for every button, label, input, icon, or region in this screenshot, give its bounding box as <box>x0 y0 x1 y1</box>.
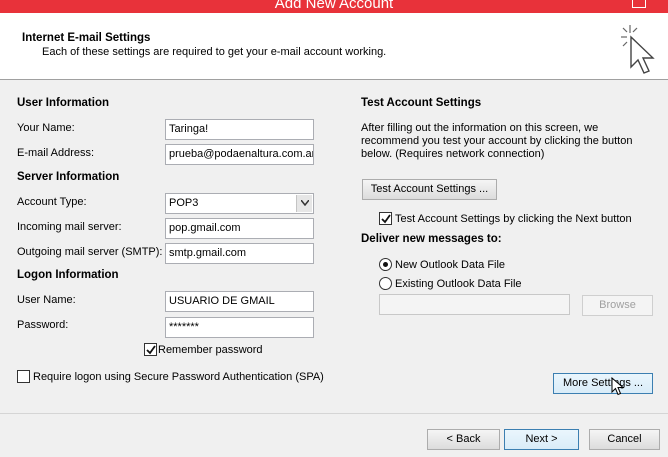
page-subtitle: Each of these settings are required to g… <box>42 46 387 58</box>
test-description-line2: recommend you test your account by click… <box>361 135 633 147</box>
auto-test-checkbox[interactable] <box>379 212 392 225</box>
wizard-header: Internet E-mail Settings Each of these s… <box>0 13 668 80</box>
account-type-label: Account Type: <box>17 196 87 208</box>
title-bar: Add New Account <box>0 0 668 13</box>
existing-data-file-path[interactable] <box>379 294 570 315</box>
incoming-server-input[interactable]: pop.gmail.com <box>165 218 314 239</box>
auto-test-label: Test Account Settings by clicking the Ne… <box>395 213 632 225</box>
test-description-line3: below. (Requires network connection) <box>361 148 545 160</box>
window-title: Add New Account <box>274 0 394 12</box>
password-label: Password: <box>17 319 69 331</box>
your-name-label: Your Name: <box>17 122 75 134</box>
dropdown-arrow[interactable] <box>296 195 312 212</box>
incoming-server-label: Incoming mail server: <box>17 221 122 233</box>
spa-checkbox[interactable] <box>17 370 30 383</box>
test-description-line1: After filling out the information on thi… <box>361 122 599 134</box>
deliver-heading: Deliver new messages to: <box>361 233 502 245</box>
password-input[interactable]: ******* <box>165 317 314 338</box>
new-data-file-radio[interactable] <box>379 258 392 271</box>
footer-divider <box>0 413 668 414</box>
remember-password-checkbox[interactable] <box>144 343 157 356</box>
server-info-heading: Server Information <box>17 171 120 183</box>
chevron-down-icon <box>301 200 309 206</box>
next-button[interactable]: Next > <box>504 429 579 450</box>
username-input[interactable]: USUARIO DE GMAIL <box>165 291 314 312</box>
username-label: User Name: <box>17 294 76 306</box>
cancel-button[interactable]: Cancel <box>589 429 660 450</box>
browse-button[interactable]: Browse <box>582 295 653 316</box>
logon-info-heading: Logon Information <box>17 269 119 281</box>
existing-data-file-radio[interactable] <box>379 277 392 290</box>
more-settings-button[interactable]: More Settings ... <box>553 373 653 394</box>
mouse-cursor-icon <box>611 377 625 396</box>
checkmark-icon <box>146 345 156 355</box>
test-account-settings-button[interactable]: Test Account Settings ... <box>362 179 497 200</box>
back-button[interactable]: < Back <box>427 429 500 450</box>
outgoing-server-input[interactable]: smtp.gmail.com <box>165 243 314 264</box>
checkmark-icon <box>381 214 391 224</box>
user-info-heading: User Information <box>17 97 110 109</box>
account-type-select[interactable]: POP3 <box>165 193 314 214</box>
spa-label: Require logon using Secure Password Auth… <box>33 371 324 383</box>
your-name-input[interactable]: Taringa! <box>165 119 314 140</box>
email-label: E-mail Address: <box>17 147 95 159</box>
outgoing-server-label: Outgoing mail server (SMTP): <box>17 246 163 258</box>
wizard-cursor-icon <box>621 25 655 74</box>
remember-password-label: Remember password <box>158 344 263 356</box>
existing-data-file-label: Existing Outlook Data File <box>395 278 522 290</box>
maximize-icon[interactable] <box>632 0 646 8</box>
account-type-value: POP3 <box>169 197 199 209</box>
email-input[interactable]: prueba@podaenaltura.com.ar <box>165 144 314 165</box>
test-settings-heading: Test Account Settings <box>361 97 482 109</box>
page-title: Internet E-mail Settings <box>22 32 151 44</box>
new-data-file-label: New Outlook Data File <box>395 259 506 271</box>
